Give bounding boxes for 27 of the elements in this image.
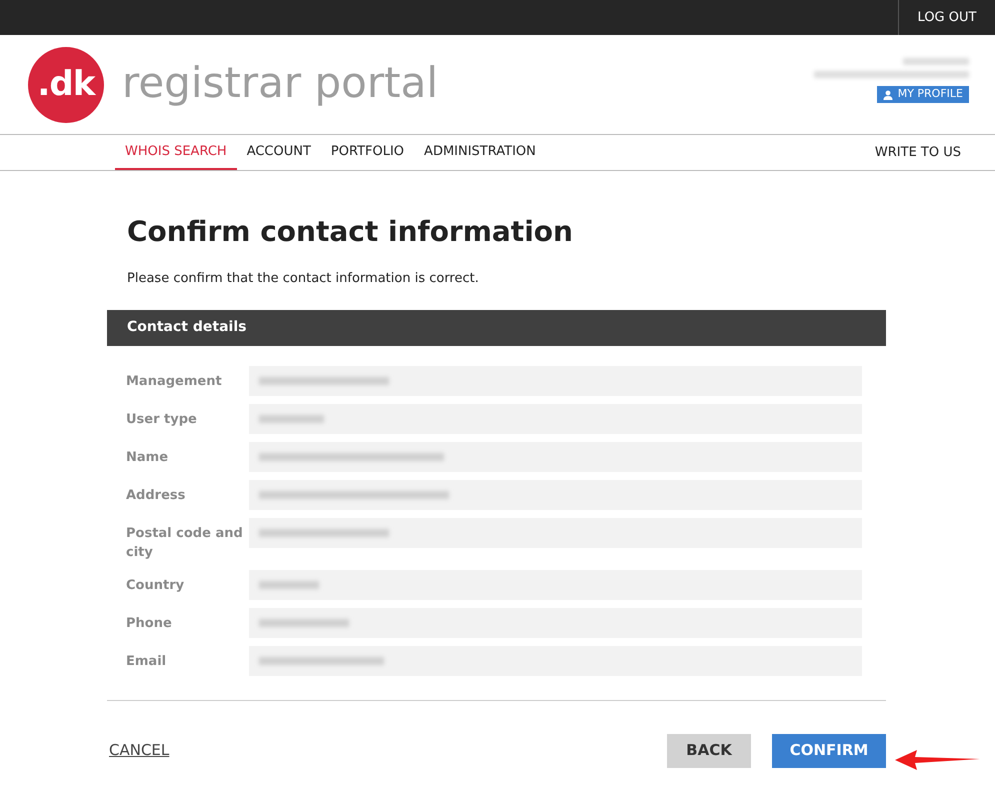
portal-name: registrar portal xyxy=(122,62,438,104)
nav-tab[interactable]: PORTFOLIO xyxy=(320,135,414,170)
logout-button[interactable]: LOG OUT xyxy=(898,0,995,35)
field-label: Email xyxy=(126,652,168,670)
cancel-link[interactable]: CANCEL xyxy=(109,739,170,762)
user-icon xyxy=(882,90,893,100)
logo[interactable]: .dk xyxy=(28,46,104,122)
section-header: Contact details xyxy=(107,310,886,346)
field-label: Name xyxy=(126,448,170,466)
confirm-button[interactable]: CONFIRM xyxy=(772,734,886,768)
redacted-value xyxy=(259,580,319,588)
field-label: Country xyxy=(126,576,186,594)
nav-tab[interactable]: WHOIS SEARCH xyxy=(115,135,237,170)
field-label: Management xyxy=(126,372,223,390)
field-label: Phone xyxy=(126,614,173,632)
nav-tab[interactable]: ADMINISTRATION xyxy=(414,135,546,170)
my-profile-button[interactable]: MY PROFILE xyxy=(876,86,969,103)
field-label: Postal code and city xyxy=(126,524,244,562)
back-button[interactable]: BACK xyxy=(667,734,751,768)
nav-tab[interactable]: ACCOUNT xyxy=(236,135,321,170)
field-label: User type xyxy=(126,410,198,428)
redacted-username xyxy=(903,58,969,65)
write-to-us-link[interactable]: WRITE TO US xyxy=(874,135,961,170)
page-title: Confirm contact information xyxy=(127,215,574,249)
redacted-value xyxy=(259,414,324,422)
field-label: Address xyxy=(126,486,186,504)
intro-text: Please confirm that the contact information is correct. xyxy=(127,270,480,288)
